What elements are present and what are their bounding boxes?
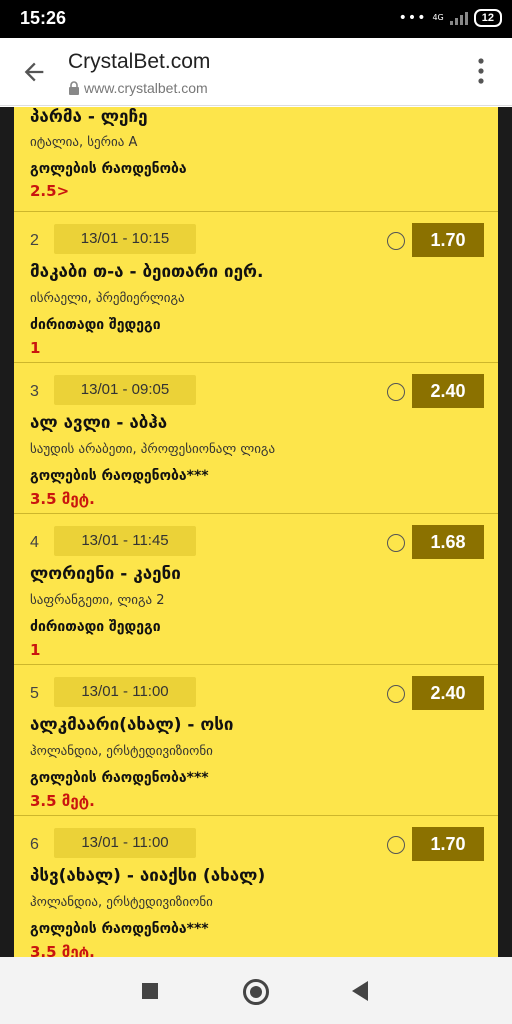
bet-card-6[interactable]: 6 13/01 - 11:00 1.70 პსვ(ახალ) - აიაქსი …: [14, 816, 498, 957]
bet-date: 13/01 - 10:15: [54, 224, 196, 254]
lock-icon: [69, 81, 79, 95]
network-type: 4G: [432, 13, 444, 22]
notification-dots-icon: •••: [398, 10, 427, 26]
signal-icon: [449, 11, 468, 25]
league-name: ჰოლანდია, ერსტედივიზიონი: [30, 895, 213, 910]
bet-number: 3: [30, 383, 39, 400]
market-name: გოლების რაოდენობა***: [30, 770, 209, 786]
bet-card-5[interactable]: 5 13/01 - 11:00 2.40 ალკმაარი(ახალ) - ოს…: [14, 665, 498, 816]
system-nav-bar: [0, 957, 512, 1024]
radio-icon[interactable]: [387, 383, 405, 401]
more-vert-icon[interactable]: [478, 58, 484, 84]
status-bar: 15:26 ••• 4G 12: [0, 0, 512, 38]
league-name: საფრანგეთი, ლიგა 2: [30, 593, 165, 608]
selection-value: 3.5 მეტ.: [30, 943, 95, 957]
bet-card-2[interactable]: 2 13/01 - 10:15 1.70 მაკაბი თ-ა - ბეითარ…: [14, 212, 498, 363]
bet-card-3[interactable]: 3 13/01 - 09:05 2.40 ალ ავლი - აბჰა საუდ…: [14, 363, 498, 514]
radio-icon[interactable]: [387, 232, 405, 250]
match-name: პსვ(ახალ) - აიაქსი (ახალ): [30, 866, 266, 886]
match-name: მაკაბი თ-ა - ბეითარი იერ.: [30, 262, 264, 282]
league-name: ჰოლანდია, ერსტედივიზიონი: [30, 744, 213, 759]
nav-home-icon[interactable]: [243, 979, 269, 1005]
bet-date: 13/01 - 11:00: [54, 677, 196, 707]
bet-number: 6: [30, 836, 39, 853]
market-name: გოლების რაოდენობა***: [30, 468, 209, 484]
match-name: ლორიენი - კაენი: [30, 564, 181, 584]
odds-button[interactable]: 1.68: [412, 525, 484, 559]
selection-value: 1: [30, 339, 41, 357]
bet-date: 13/01 - 11:45: [54, 526, 196, 556]
market-name: ძირითადი შედეგი: [30, 619, 161, 635]
match-name: ალკმაარი(ახალ) - ოსი: [30, 715, 234, 735]
match-name: პარმა - ლეჩე: [30, 107, 148, 127]
bet-slip-list: პარმა - ლეჩე იტალია, სერია A გოლების რაო…: [0, 107, 512, 957]
selection-value: 1: [30, 641, 41, 659]
bet-card-4[interactable]: 4 13/01 - 11:45 1.68 ლორიენი - კაენი საფ…: [14, 514, 498, 665]
market-name: ძირითადი შედეგი: [30, 317, 161, 333]
radio-icon[interactable]: [387, 685, 405, 703]
status-time: 15:26: [20, 8, 67, 28]
battery-icon: 12: [473, 9, 502, 27]
odds-button[interactable]: 1.70: [412, 223, 484, 257]
radio-icon[interactable]: [387, 534, 405, 552]
url-bar[interactable]: www.crystalbet.com: [68, 80, 208, 96]
bet-number: 2: [30, 232, 39, 249]
odds-button[interactable]: 2.40: [412, 374, 484, 408]
market-name: გოლების რაოდენობა: [30, 161, 187, 177]
nav-square-icon[interactable]: [142, 983, 158, 999]
nav-back-icon[interactable]: [352, 981, 368, 1001]
league-name: იტალია, სერია A: [30, 135, 138, 150]
selection-value: 3.5 მეტ.: [30, 792, 95, 810]
league-name: საუდის არაბეთი, პროფესიონალ ლიგა: [30, 442, 276, 457]
league-name: ისრაელი, პრემიერლიგა: [30, 291, 185, 306]
back-arrow-icon[interactable]: [20, 58, 48, 86]
status-icons: ••• 4G 12: [399, 9, 502, 27]
selection-value: 3.5 მეტ.: [30, 490, 95, 508]
page-title: CrystalBet.com: [68, 50, 211, 73]
bet-date: 13/01 - 09:05: [54, 375, 196, 405]
bet-card-1[interactable]: პარმა - ლეჩე იტალია, სერია A გოლების რაო…: [14, 107, 498, 212]
bet-number: 4: [30, 534, 39, 551]
url-text: www.crystalbet.com: [84, 80, 208, 96]
bet-number: 5: [30, 685, 39, 702]
odds-button[interactable]: 1.70: [412, 827, 484, 861]
bet-date: 13/01 - 11:00: [54, 828, 196, 858]
selection-value: 2.5>: [30, 182, 70, 200]
market-name: გოლების რაოდენობა***: [30, 921, 209, 937]
radio-icon[interactable]: [387, 836, 405, 854]
odds-button[interactable]: 2.40: [412, 676, 484, 710]
browser-toolbar: CrystalBet.com www.crystalbet.com: [0, 38, 512, 106]
match-name: ალ ავლი - აბჰა: [30, 413, 168, 433]
